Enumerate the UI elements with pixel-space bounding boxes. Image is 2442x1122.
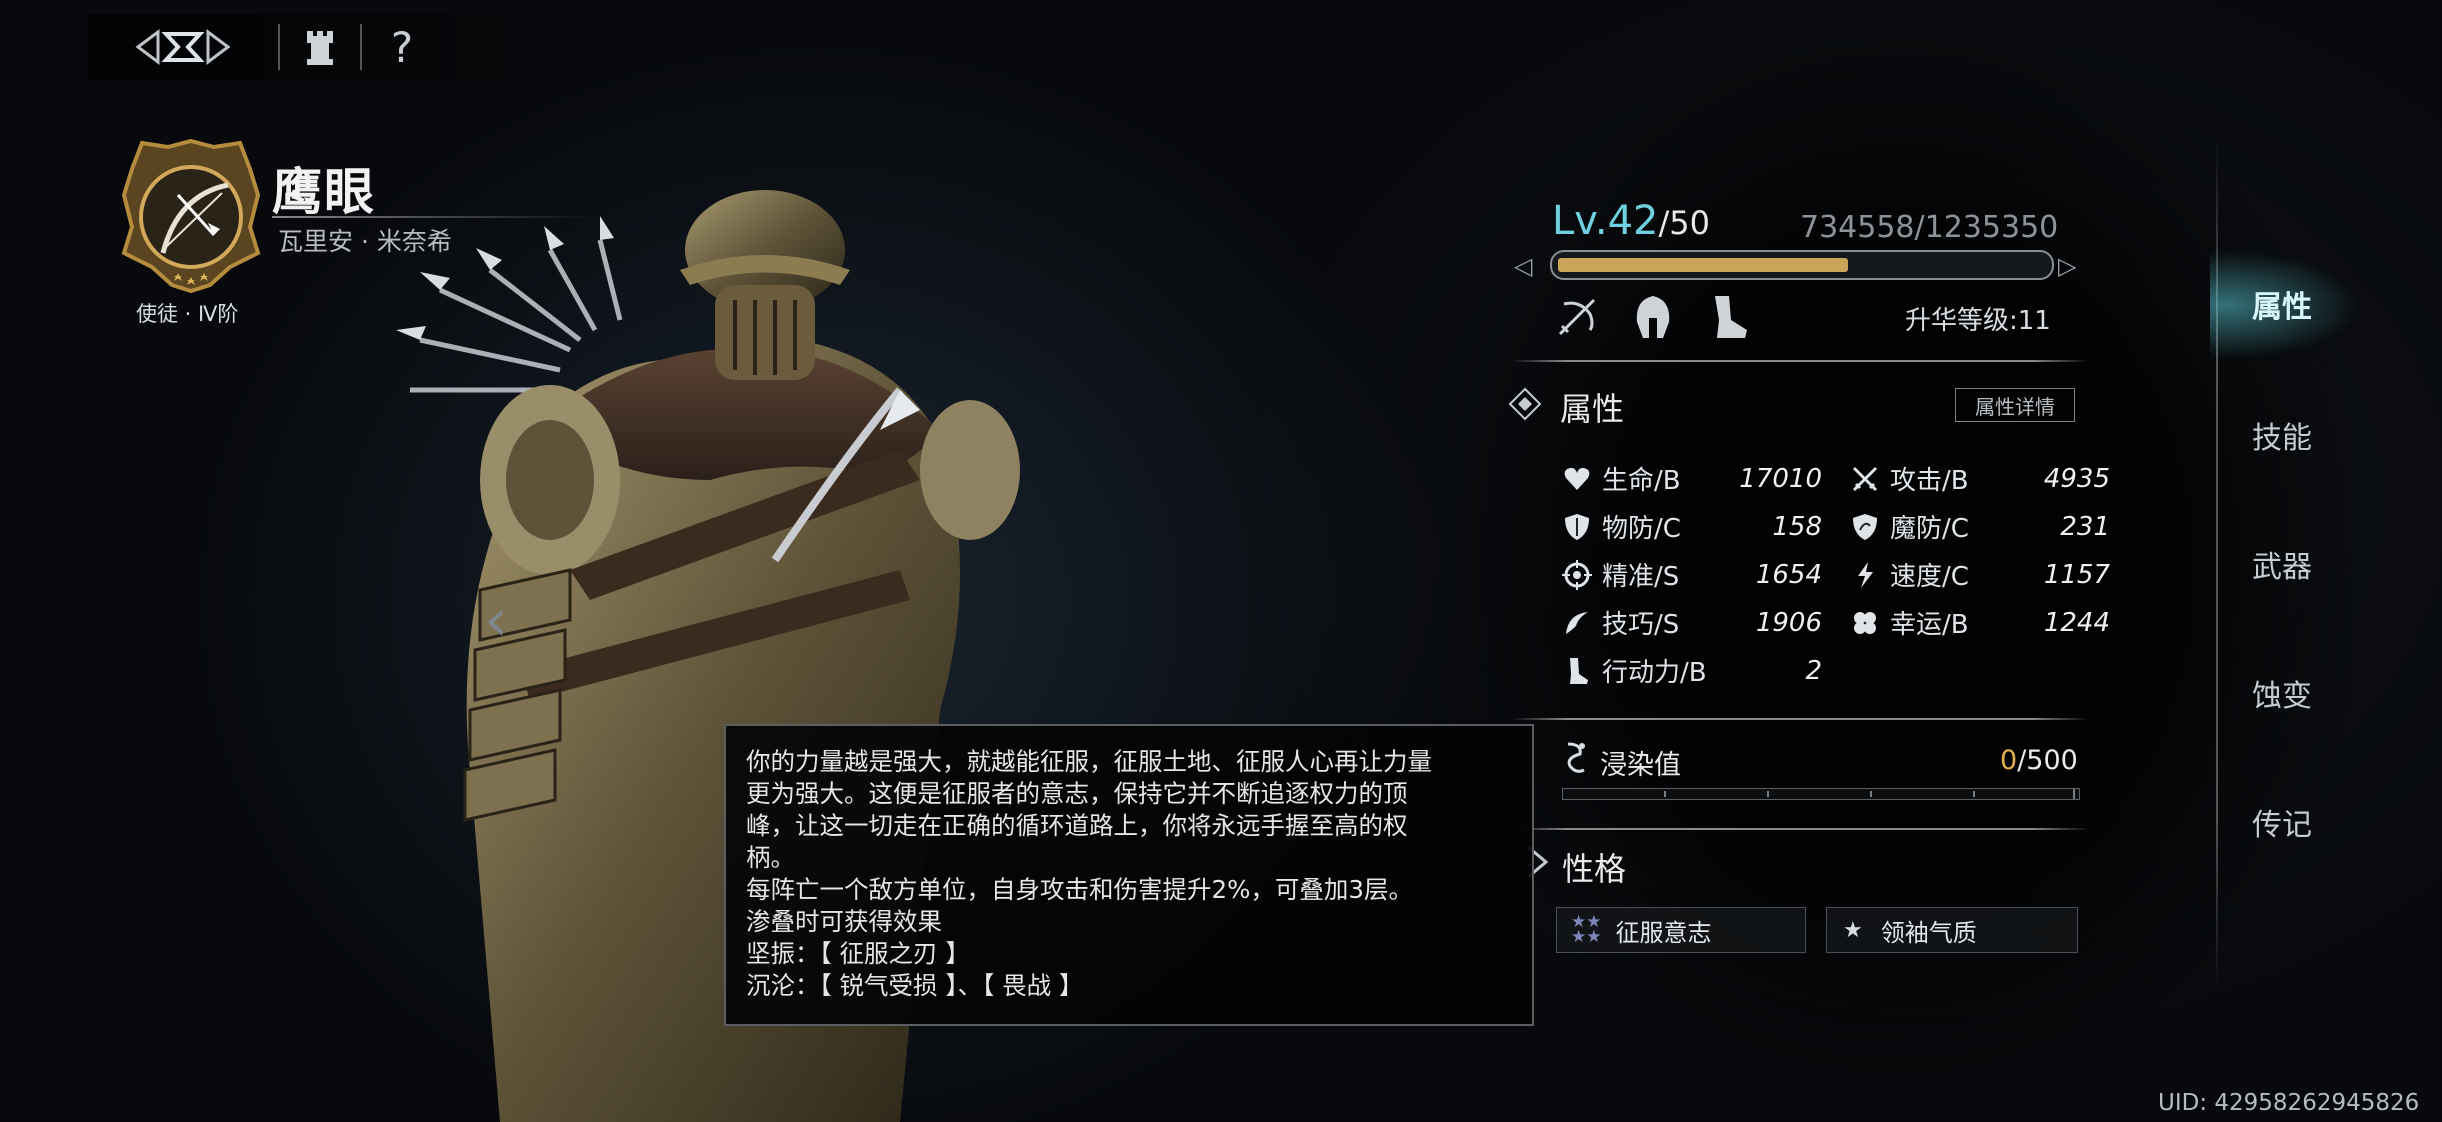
tab-attributes[interactable]: 属性 xyxy=(2252,282,2312,326)
stat-value: 1654 xyxy=(1755,559,1822,590)
infection-bar-tick xyxy=(1767,791,1769,797)
stat-label: 速度/C xyxy=(1890,562,1969,592)
emblem-icon xyxy=(135,29,231,65)
clover-icon xyxy=(1850,608,1880,638)
crossbow-icon[interactable] xyxy=(1552,292,1602,342)
stat-label: 物防/C xyxy=(1602,514,1681,544)
crosshair-icon xyxy=(1562,559,1592,590)
exp-bar-cap-left: ◁ xyxy=(1514,252,1533,280)
stat-技巧: 技巧/S 1906 xyxy=(1562,604,1822,641)
stat-value: 1157 xyxy=(2043,559,2110,590)
level-value: Lv.42 xyxy=(1552,198,1659,244)
trait-tooltip: 你的力量越是强大，就越能征服，征服土地、征服人心再让力量 更为强大。这便是征服者… xyxy=(724,724,1534,1026)
tower-button[interactable] xyxy=(280,14,360,80)
hero-rank: 使徒 · Ⅳ阶 xyxy=(136,302,239,326)
stat-value: 1906 xyxy=(1755,607,1822,638)
star-icon: ★ xyxy=(1843,917,1863,943)
helmet-icon[interactable] xyxy=(1628,292,1678,342)
stat-value: 17010 xyxy=(1739,463,1822,494)
stat-value: 1244 xyxy=(2043,607,2110,638)
stat-幸运: 幸运/B 1244 xyxy=(1850,604,2110,641)
double-star-icon: ★★ ★★ xyxy=(1571,912,1602,947)
exp-bar-fill xyxy=(1558,258,1848,272)
infection-bar-tick xyxy=(1664,791,1666,797)
divider xyxy=(1510,360,2090,362)
stat-行动力: 行动力/B 2 xyxy=(1562,652,1822,689)
boot-icon xyxy=(1562,656,1592,686)
tooltip-line: 更为强大。这便是征服者的意志，保持它并不断追逐权力的顶 xyxy=(746,779,1408,808)
top-bar: ? xyxy=(88,14,520,80)
trait-leadership[interactable]: ★ 领袖气质 xyxy=(1826,907,2078,953)
divider xyxy=(1510,828,2090,830)
diamond-icon xyxy=(1508,387,1542,421)
class-icons xyxy=(1552,292,1754,342)
attributes-title: 属性 xyxy=(1560,390,1625,428)
user-id: UID: 42958262945826 xyxy=(2158,1090,2420,1116)
bow-crest-icon xyxy=(121,138,261,294)
infection-max: /500 xyxy=(2017,745,2078,776)
stat-物防: 物防/C 158 xyxy=(1562,508,1822,545)
infection-bar-tick xyxy=(2073,789,2075,799)
tooltip-line: 柄。 xyxy=(746,843,795,872)
home-button[interactable] xyxy=(88,14,278,80)
personality-title: 性格 xyxy=(1562,850,1627,888)
heart-icon xyxy=(1562,464,1592,494)
exp-bar xyxy=(1550,250,2054,280)
prev-hero-arrow[interactable]: ‹ xyxy=(484,585,508,655)
shield-icon xyxy=(1562,512,1592,542)
stat-label: 行动力/B xyxy=(1602,658,1707,688)
ascension-level: 升华等级:11 xyxy=(1905,306,2051,336)
trait-conquest-will[interactable]: ★★ ★★ 征服意志 xyxy=(1556,907,1806,953)
infection-icon xyxy=(1567,742,1585,773)
infection-bar-tick xyxy=(1973,791,1975,797)
tooltip-line: 峰，让这一切走在正确的循环道路上，你将永远手握至高的权 xyxy=(746,811,1408,840)
infection-value: 0/500 xyxy=(2000,745,2078,776)
tooltip-line: 沉沦：【 锐气受损 】、【 畏战 】 xyxy=(746,971,1084,1000)
stat-攻击: 攻击/B 4935 xyxy=(1850,460,2110,497)
infection-bar-tick xyxy=(1870,791,1872,797)
tab-mutation[interactable]: 蚀变 xyxy=(2252,671,2312,715)
tooltip-line: 坚振：【 征服之刃 】 xyxy=(746,939,970,968)
stat-value: 158 xyxy=(1772,511,1822,542)
magic-shield-icon xyxy=(1850,512,1880,542)
exp-value: 734558/1235350 xyxy=(1800,210,2059,245)
trait-label: 领袖气质 xyxy=(1880,918,1977,947)
stat-label: 幸运/B xyxy=(1890,610,1969,640)
lightning-icon xyxy=(1850,560,1880,590)
trait-label: 征服意志 xyxy=(1615,918,1712,947)
infection-bar xyxy=(1562,788,2080,800)
divider xyxy=(1510,718,2090,720)
swords-icon xyxy=(1850,464,1880,494)
stat-value: 2 xyxy=(1805,655,1822,686)
stat-精准: 精准/S 1654 xyxy=(1562,556,1822,593)
stat-label: 精准/S xyxy=(1602,562,1680,592)
stat-生命: 生命/B 17010 xyxy=(1562,460,1822,497)
tower-icon xyxy=(307,31,333,65)
tab-biography[interactable]: 传记 xyxy=(2252,800,2312,844)
infection-current: 0 xyxy=(2000,745,2018,776)
tooltip-line: 每阵亡一个敌方单位，自身攻击和伤害提升2%，可叠加3层。 xyxy=(746,875,1413,904)
level-max: /50 xyxy=(1658,204,1710,242)
help-button[interactable]: ? xyxy=(362,14,442,80)
stat-速度: 速度/C 1157 xyxy=(1850,556,2110,593)
stat-魔防: 魔防/C 231 xyxy=(1850,508,2110,545)
attribute-detail-button[interactable]: 属性详情 xyxy=(1955,388,2075,422)
tab-weapon[interactable]: 武器 xyxy=(2252,542,2312,586)
hero-name: 鹰眼 xyxy=(272,162,376,221)
level-display: Lv.42/50 xyxy=(1552,198,1710,244)
tab-skills[interactable]: 技能 xyxy=(2252,413,2312,457)
stat-label: 生命/B xyxy=(1602,466,1681,496)
stat-label: 攻击/B xyxy=(1890,466,1969,496)
stat-value: 4935 xyxy=(2043,463,2110,494)
tooltip-line: 你的力量越是强大，就越能征服，征服土地、征服人心再让力量 xyxy=(746,747,1432,776)
skill-icon xyxy=(1562,608,1592,638)
stat-label: 魔防/C xyxy=(1890,514,1969,544)
tooltip-line: 渗叠时可获得效果 xyxy=(746,907,942,936)
exp-bar-cap-right: ▷ xyxy=(2058,252,2077,280)
stat-label: 技巧/S xyxy=(1602,610,1680,640)
infection-label: 浸染值 xyxy=(1600,750,1681,781)
boot-icon[interactable] xyxy=(1704,292,1754,342)
stat-value: 231 xyxy=(2060,511,2110,542)
